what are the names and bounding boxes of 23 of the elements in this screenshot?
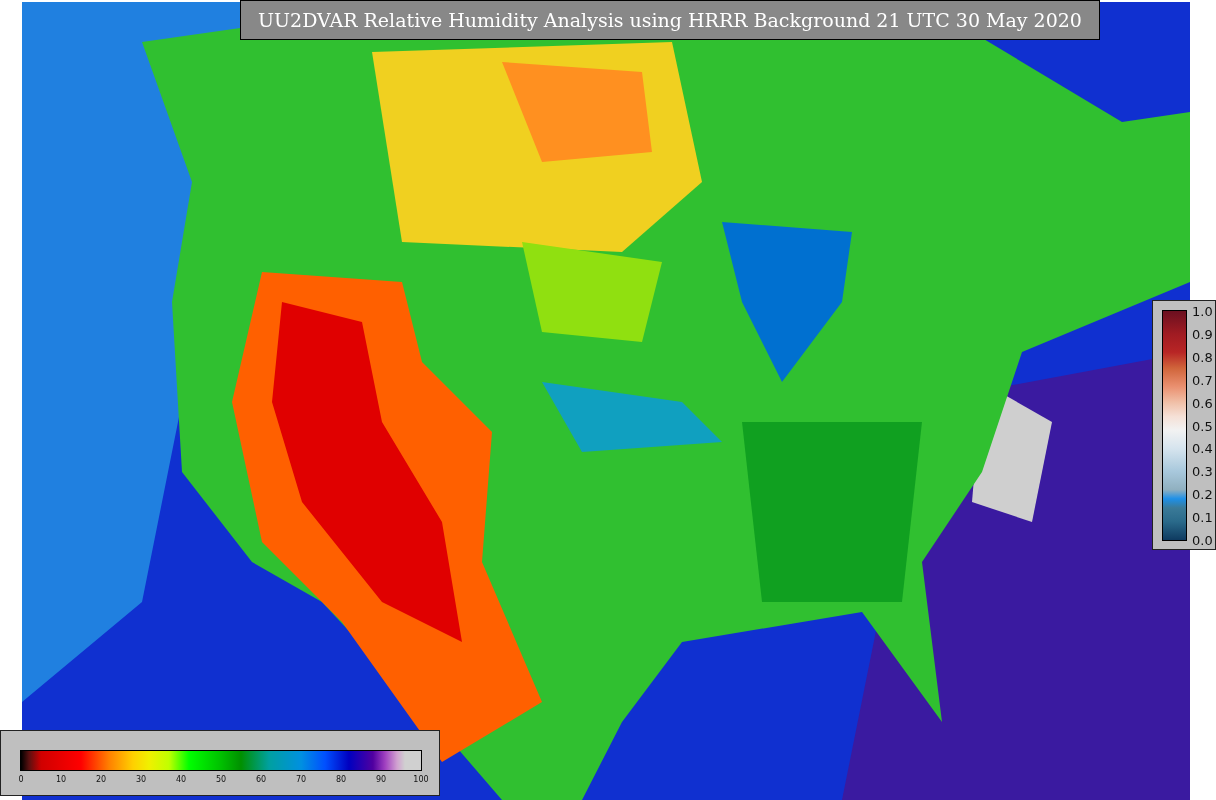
colorbar-tick-label: 60 [255, 775, 267, 784]
colorbar-tick-label: 40 [175, 775, 187, 784]
colorbar-tick-label: 0.7 [1192, 372, 1213, 388]
colorbar-tick-label: 0.9 [1192, 326, 1213, 342]
colorbar-tick-label: 30 [135, 775, 147, 784]
colorbar-tick-label: 0.1 [1192, 509, 1213, 525]
colorbar-tick-label: 70 [295, 775, 307, 784]
colorbar-tick-label: 0.0 [1192, 532, 1213, 548]
colorbar-tick-label: 100 [413, 775, 429, 784]
map-title: UU2DVAR Relative Humidity Analysis using HRRR Background 21 UTC 30 May 2020 [240, 0, 1100, 40]
colorbar-tick-label: 0.6 [1192, 395, 1213, 411]
colorbar-tick-label: 0.8 [1192, 349, 1213, 365]
colorbar-tick-label: 1.0 [1192, 303, 1213, 319]
colorbar-tick-label: 0.4 [1192, 440, 1213, 456]
colorbar-tick-label: 0.2 [1192, 486, 1213, 502]
colorbar-tick-label: 80 [335, 775, 347, 784]
colorbar-tick-label: 0.5 [1192, 418, 1213, 433]
colorbar-tick-label: 0 [18, 775, 24, 784]
colorbar-tick-label: 90 [375, 775, 387, 784]
colorbar-tick-label: 10 [55, 775, 67, 784]
colorbar-tick-label: 50 [215, 775, 227, 784]
colorbar-tick-label: 0.3 [1192, 463, 1213, 479]
colorbar-tick-label: 20 [95, 775, 107, 784]
